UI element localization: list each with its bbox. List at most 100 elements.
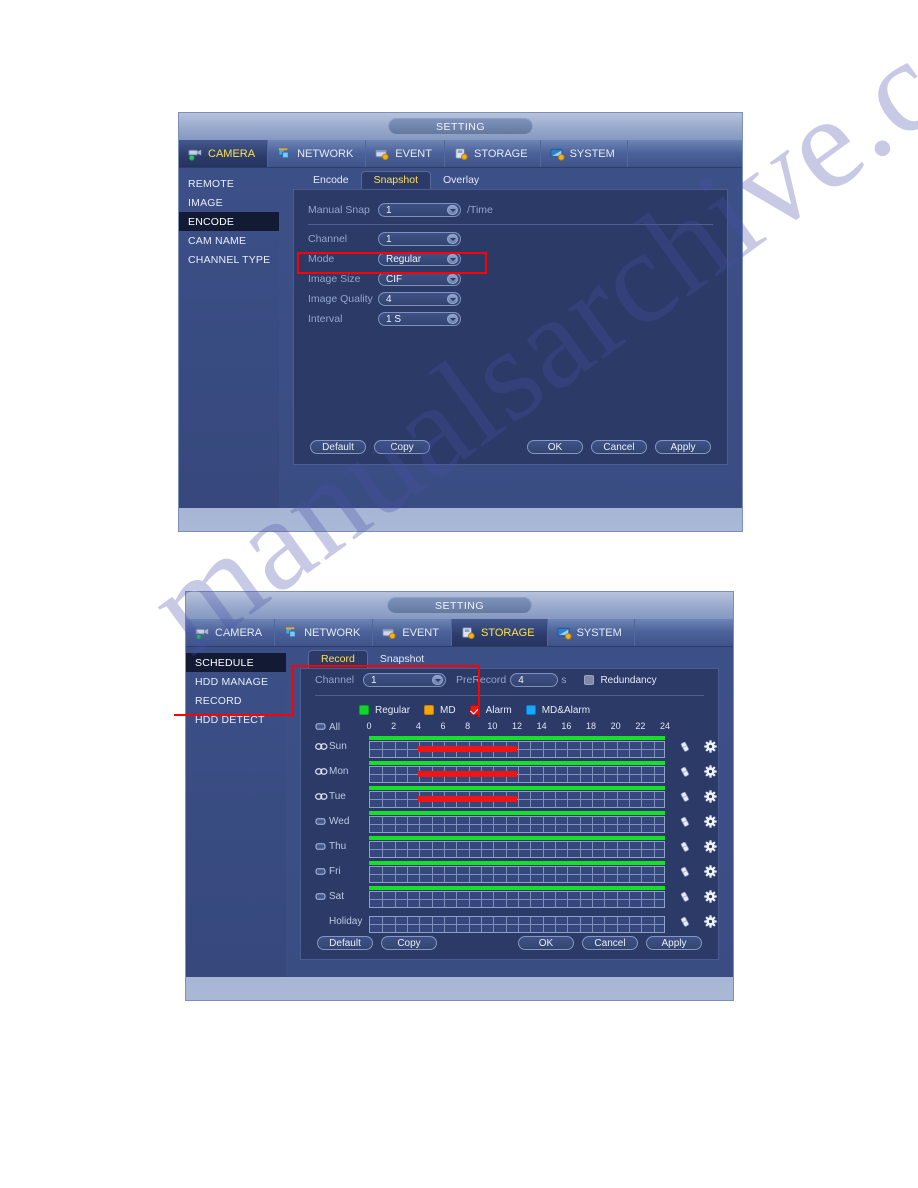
sidebar-item-remote[interactable]: REMOTE	[179, 174, 279, 193]
apply-button[interactable]: Apply	[646, 936, 702, 950]
gear-icon[interactable]	[704, 865, 717, 878]
day-timeline[interactable]	[369, 810, 665, 833]
menu-tab-network[interactable]: NETWORK	[268, 140, 367, 167]
legend-checkbox-md-and-alarm[interactable]	[525, 705, 536, 715]
tab-record[interactable]: Record	[308, 650, 368, 668]
day-checkbox-wed[interactable]	[315, 817, 329, 826]
ok-button[interactable]: OK	[527, 440, 583, 454]
checkbox-icon[interactable]	[315, 817, 326, 826]
prerecord-input[interactable]: 4	[510, 673, 559, 687]
sidebar-item-schedule[interactable]: SCHEDULE	[186, 653, 286, 672]
gear-icon[interactable]	[704, 815, 717, 828]
sidebar-2[interactable]: SCHEDULE HDD MANAGE RECORD HDD DETECT	[186, 647, 286, 977]
channel-select-2[interactable]: 1	[363, 673, 446, 687]
chevron-down-icon[interactable]	[447, 234, 458, 244]
tab-encode[interactable]: Encode	[301, 172, 361, 189]
interval-select[interactable]: 1 S	[378, 312, 461, 326]
checkbox-icon[interactable]	[315, 842, 326, 851]
sidebar-item-hdd-detect[interactable]: HDD DETECT	[186, 710, 286, 729]
menu-tab-system[interactable]: SYSTEM	[547, 619, 635, 646]
default-button[interactable]: Default	[317, 936, 373, 950]
gear-icon[interactable]	[704, 890, 717, 903]
day-checkbox-fri[interactable]	[315, 867, 329, 876]
day-timeline[interactable]	[369, 785, 665, 808]
eraser-icon[interactable]	[678, 890, 691, 903]
channel-select[interactable]: 1	[378, 232, 461, 246]
gear-icon[interactable]	[704, 740, 717, 753]
day-timeline[interactable]	[369, 911, 665, 933]
day-timeline[interactable]	[369, 760, 665, 783]
main-menu-tabs-2[interactable]: CAMERA NETWORK EVENT STORAGE SYSTEM	[186, 619, 733, 647]
sidebar-item-cam-name[interactable]: CAM NAME	[179, 231, 279, 250]
day-checkbox-thu[interactable]	[315, 842, 329, 851]
link-checkbox-icon[interactable]	[315, 767, 328, 776]
legend-checkbox-alarm[interactable]	[469, 705, 480, 715]
sidebar-item-hdd-manage[interactable]: HDD MANAGE	[186, 672, 286, 691]
day-timeline[interactable]	[369, 835, 665, 858]
link-checkbox-icon[interactable]	[315, 742, 328, 751]
menu-tab-system[interactable]: SYSTEM	[540, 140, 628, 167]
menu-tab-storage[interactable]: STORAGE	[451, 619, 548, 646]
copy-button[interactable]: Copy	[374, 440, 430, 454]
eraser-icon[interactable]	[678, 840, 691, 853]
day-timeline[interactable]	[369, 885, 665, 908]
apply-button[interactable]: Apply	[655, 440, 711, 454]
checkbox-icon[interactable]	[315, 867, 326, 876]
sidebar-item-channel-type[interactable]: CHANNEL TYPE	[179, 250, 279, 269]
gear-icon[interactable]	[704, 840, 717, 853]
manual-snap-select[interactable]: 1	[378, 203, 461, 217]
sub-tabs-1[interactable]: Encode Snapshot Overlay	[279, 168, 742, 189]
sidebar-item-record[interactable]: RECORD	[186, 691, 286, 710]
default-button[interactable]: Default	[310, 440, 366, 454]
cancel-button[interactable]: Cancel	[591, 440, 647, 454]
link-checkbox-icon[interactable]	[315, 792, 328, 801]
day-checkbox-sun[interactable]	[315, 742, 329, 751]
copy-button[interactable]: Copy	[381, 936, 437, 950]
sidebar-item-image[interactable]: IMAGE	[179, 193, 279, 212]
sub-tabs-2[interactable]: Record Snapshot	[286, 647, 733, 668]
eraser-icon[interactable]	[678, 790, 691, 803]
ok-button[interactable]: OK	[518, 936, 574, 950]
tab-snapshot[interactable]: Snapshot	[368, 651, 436, 668]
sidebar-item-encode[interactable]: ENCODE	[179, 212, 279, 231]
day-timeline[interactable]	[369, 860, 665, 883]
menu-tab-camera[interactable]: CAMERA	[186, 619, 276, 646]
chevron-down-icon[interactable]	[447, 274, 458, 284]
menu-tab-camera[interactable]: CAMERA	[179, 140, 269, 167]
gear-icon[interactable]	[704, 765, 717, 778]
tab-snapshot[interactable]: Snapshot	[360, 171, 431, 189]
legend-row[interactable]: Regular MD Alarm MD&Alarm	[359, 700, 718, 720]
legend-checkbox-regular[interactable]	[359, 705, 369, 715]
menu-tab-network[interactable]: NETWORK	[275, 619, 374, 646]
gear-icon[interactable]	[704, 915, 717, 928]
image-quality-select[interactable]: 4	[378, 292, 461, 306]
legend-checkbox-md[interactable]	[424, 705, 435, 715]
eraser-icon[interactable]	[678, 815, 691, 828]
image-size-select[interactable]: CIF	[378, 272, 461, 286]
day-checkbox-tue[interactable]	[315, 792, 329, 801]
checkbox-icon[interactable]	[315, 892, 326, 901]
eraser-icon[interactable]	[678, 765, 691, 778]
day-checkbox-mon[interactable]	[315, 767, 329, 776]
chevron-down-icon[interactable]	[432, 675, 443, 685]
menu-tab-event[interactable]: EVENT	[373, 619, 452, 646]
menu-tab-event[interactable]: EVENT	[366, 140, 445, 167]
chevron-down-icon[interactable]	[447, 205, 458, 215]
eraser-icon[interactable]	[678, 865, 691, 878]
eraser-icon[interactable]	[678, 915, 691, 928]
chevron-down-icon[interactable]	[447, 314, 458, 324]
chevron-down-icon[interactable]	[447, 254, 458, 264]
main-menu-tabs-1[interactable]: CAMERA NETWORK EVENT STORAGE SYSTEM	[179, 140, 742, 168]
chevron-down-icon[interactable]	[447, 294, 458, 304]
gear-icon[interactable]	[704, 790, 717, 803]
menu-tab-storage[interactable]: STORAGE	[444, 140, 541, 167]
checkbox-icon[interactable]	[315, 722, 326, 731]
sidebar-1[interactable]: REMOTE IMAGE ENCODE CAM NAME CHANNEL TYPE	[179, 168, 279, 508]
tab-overlay[interactable]: Overlay	[431, 172, 491, 189]
cancel-button[interactable]: Cancel	[582, 936, 638, 950]
day-timeline[interactable]	[369, 735, 665, 758]
eraser-icon[interactable]	[678, 740, 691, 753]
all-checkbox-wrap[interactable]	[315, 718, 329, 736]
day-checkbox-sat[interactable]	[315, 892, 329, 901]
mode-select[interactable]: Regular	[378, 252, 461, 266]
